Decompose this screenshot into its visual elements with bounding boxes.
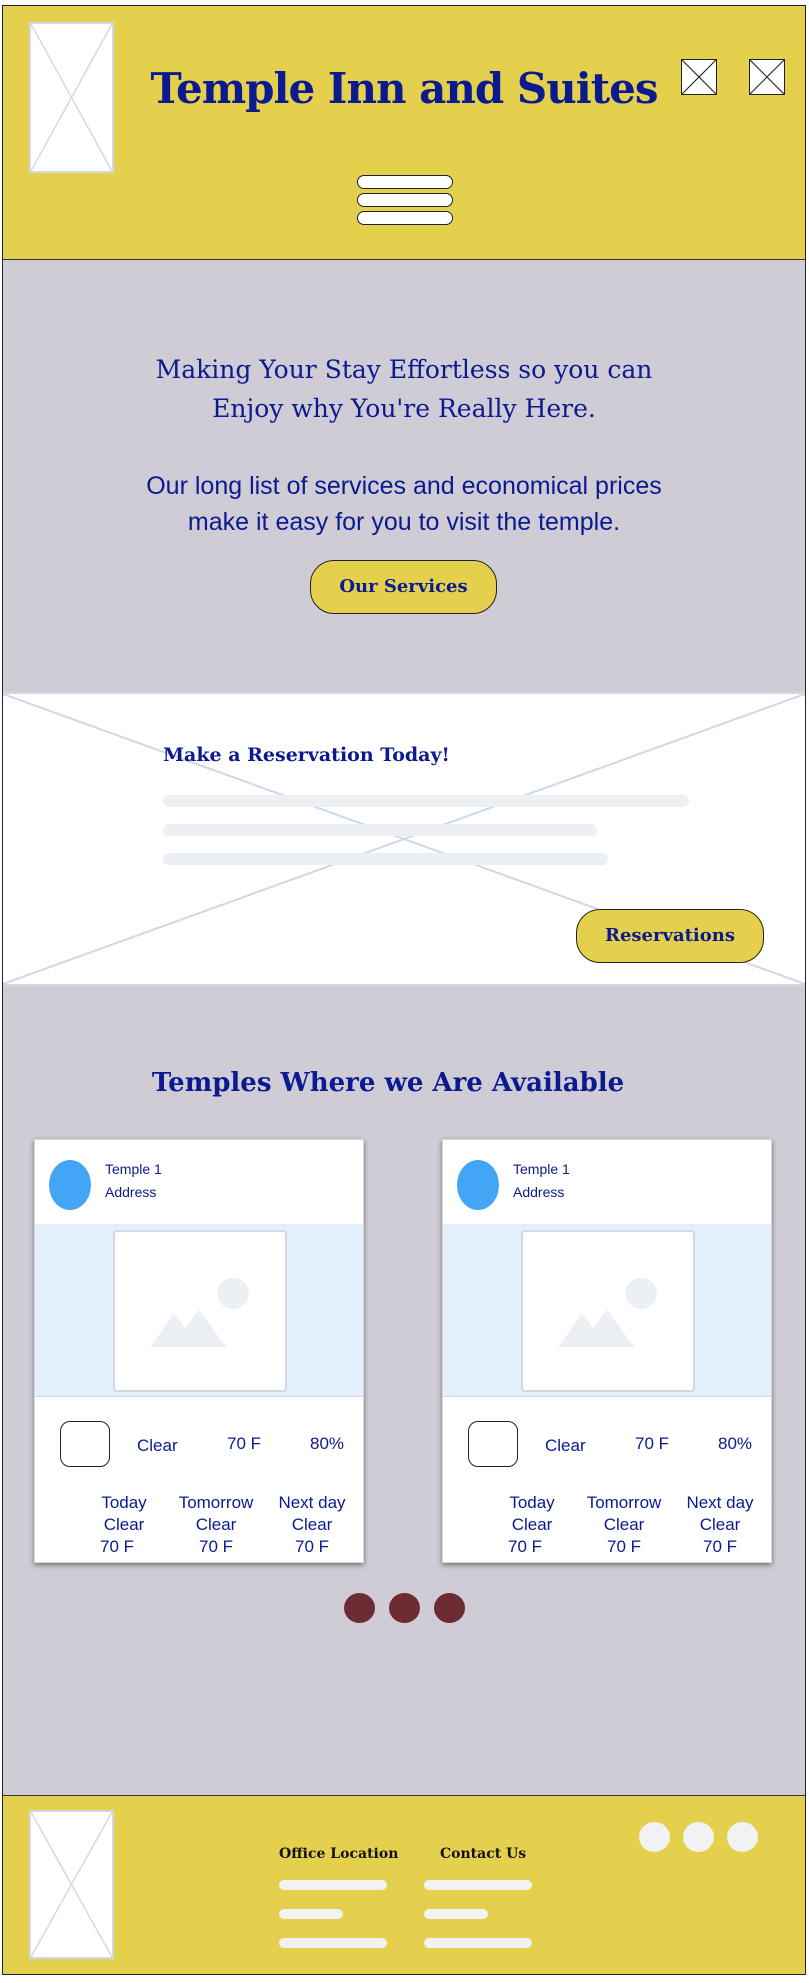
forecast-temp: 70 F (294, 1537, 330, 1556)
forecast-day-label: Today (509, 1493, 555, 1512)
current-temperature: 70 F (635, 1434, 670, 1453)
forecast-temp: 70 F (508, 1537, 543, 1556)
menu-bar (357, 175, 453, 189)
forecast-day-label: Next day (686, 1493, 754, 1512)
carousel-dot[interactable] (433, 1593, 465, 1623)
social-icon[interactable] (727, 1822, 758, 1852)
site-header: Temple Inn and Suites (3, 6, 805, 260)
footer-link-placeholder[interactable] (279, 1938, 387, 1948)
forecast-day-label: Today (101, 1493, 147, 1512)
text-placeholder-line (163, 795, 689, 807)
temple-address: Address (105, 1184, 157, 1200)
forecast-condition: Clear (291, 1515, 333, 1534)
reservation-title: Make a Reservation Today! (163, 744, 450, 766)
weather-icon (60, 1421, 110, 1467)
carousel-dot[interactable] (343, 1593, 375, 1623)
forecast-condition: Clear (103, 1515, 145, 1534)
our-services-button[interactable]: Our Services (310, 560, 497, 614)
forecast-day: Tomorrow Clear 70 F (171, 1492, 261, 1558)
forecast-condition: Clear (511, 1515, 553, 1534)
forecast-day-label: Tomorrow (178, 1493, 254, 1512)
hero-subtitle-line: Our long list of services and economical… (146, 472, 662, 500)
forecast-temp: 70 F (606, 1537, 642, 1556)
footer-link-placeholder[interactable] (424, 1909, 488, 1919)
hero-title-line: Making Your Stay Effortless so you can (155, 355, 653, 384)
forecast-condition: Clear (195, 1515, 237, 1534)
forecast-day: Next day Clear 70 F (679, 1492, 761, 1558)
carousel-dot[interactable] (388, 1593, 420, 1623)
reservations-button[interactable]: Reservations (576, 909, 764, 963)
social-icon[interactable] (683, 1822, 714, 1852)
temple-address: Address (513, 1184, 565, 1200)
text-placeholder-line (163, 853, 608, 865)
image-icon (113, 1230, 287, 1392)
temple-card[interactable]: Temple 1 Address Clear 70 F 80% Today Cl… (442, 1139, 772, 1563)
forecast-day-label: Next day (278, 1493, 346, 1512)
divider (443, 1396, 771, 1397)
temple-name: Temple 1 (105, 1161, 162, 1177)
current-temperature: 70 F (227, 1434, 262, 1453)
forecast-day-label: Tomorrow (586, 1493, 662, 1512)
forecast-condition: Clear (699, 1515, 741, 1534)
weather-icon (468, 1421, 518, 1467)
image-placeholder-icon[interactable] (749, 59, 785, 95)
forecast-day: Next day Clear 70 F (271, 1492, 353, 1558)
footer-logo-placeholder[interactable] (29, 1810, 114, 1959)
forecast-condition: Clear (603, 1515, 645, 1534)
temple-card[interactable]: Temple 1 Address Clear 70 F 80% Today Cl… (34, 1139, 364, 1563)
card-media (35, 1224, 363, 1396)
reservation-section: Make a Reservation Today! Reservations (3, 692, 805, 986)
temple-name: Temple 1 (513, 1161, 570, 1177)
hero-subtitle: Our long list of services and economical… (3, 468, 805, 540)
avatar (49, 1160, 91, 1210)
avatar (457, 1160, 499, 1210)
footer-link-placeholder[interactable] (279, 1909, 343, 1919)
hero-title-line: Enjoy why You're Really Here. (212, 394, 596, 423)
hamburger-menu-icon[interactable] (357, 175, 453, 227)
forecast-temp: 70 F (702, 1537, 738, 1556)
forecast-temp: 70 F (100, 1537, 135, 1556)
footer-link-placeholder[interactable] (279, 1880, 387, 1890)
forecast-temp: 70 F (198, 1537, 234, 1556)
footer-link-placeholder[interactable] (424, 1880, 532, 1890)
temples-section: Temples Where we Are Available Temple 1 … (3, 986, 805, 1796)
hero-title: Making Your Stay Effortless so you can E… (3, 350, 805, 428)
menu-bar (357, 193, 453, 207)
current-condition: Clear (545, 1436, 586, 1455)
hero-subtitle-line: make it easy for you to visit the temple… (187, 508, 621, 536)
carousel-dots (3, 1593, 805, 1628)
footer-link-placeholder[interactable] (424, 1938, 532, 1948)
forecast-day: Today Clear 70 F (495, 1492, 569, 1558)
card-media (443, 1224, 771, 1396)
page: Temple Inn and Suites Making Your Stay E… (2, 5, 806, 1975)
menu-bar (357, 211, 453, 225)
current-humidity: 80% (718, 1434, 753, 1453)
site-footer: Office Location Contact Us (3, 1796, 805, 1974)
current-humidity: 80% (310, 1434, 345, 1453)
social-icon[interactable] (639, 1822, 670, 1852)
divider (35, 1396, 363, 1397)
contact-us-heading: Contact Us (440, 1846, 527, 1862)
forecast-day: Tomorrow Clear 70 F (579, 1492, 669, 1558)
image-placeholder-icon[interactable] (681, 59, 717, 95)
text-placeholder-line (163, 824, 597, 836)
forecast-day: Today Clear 70 F (87, 1492, 161, 1558)
temples-title: Temples Where we Are Available (151, 1068, 625, 1098)
current-condition: Clear (137, 1436, 178, 1455)
image-icon (521, 1230, 695, 1392)
office-location-heading: Office Location (279, 1846, 399, 1862)
hero-section: Making Your Stay Effortless so you can E… (3, 260, 805, 692)
